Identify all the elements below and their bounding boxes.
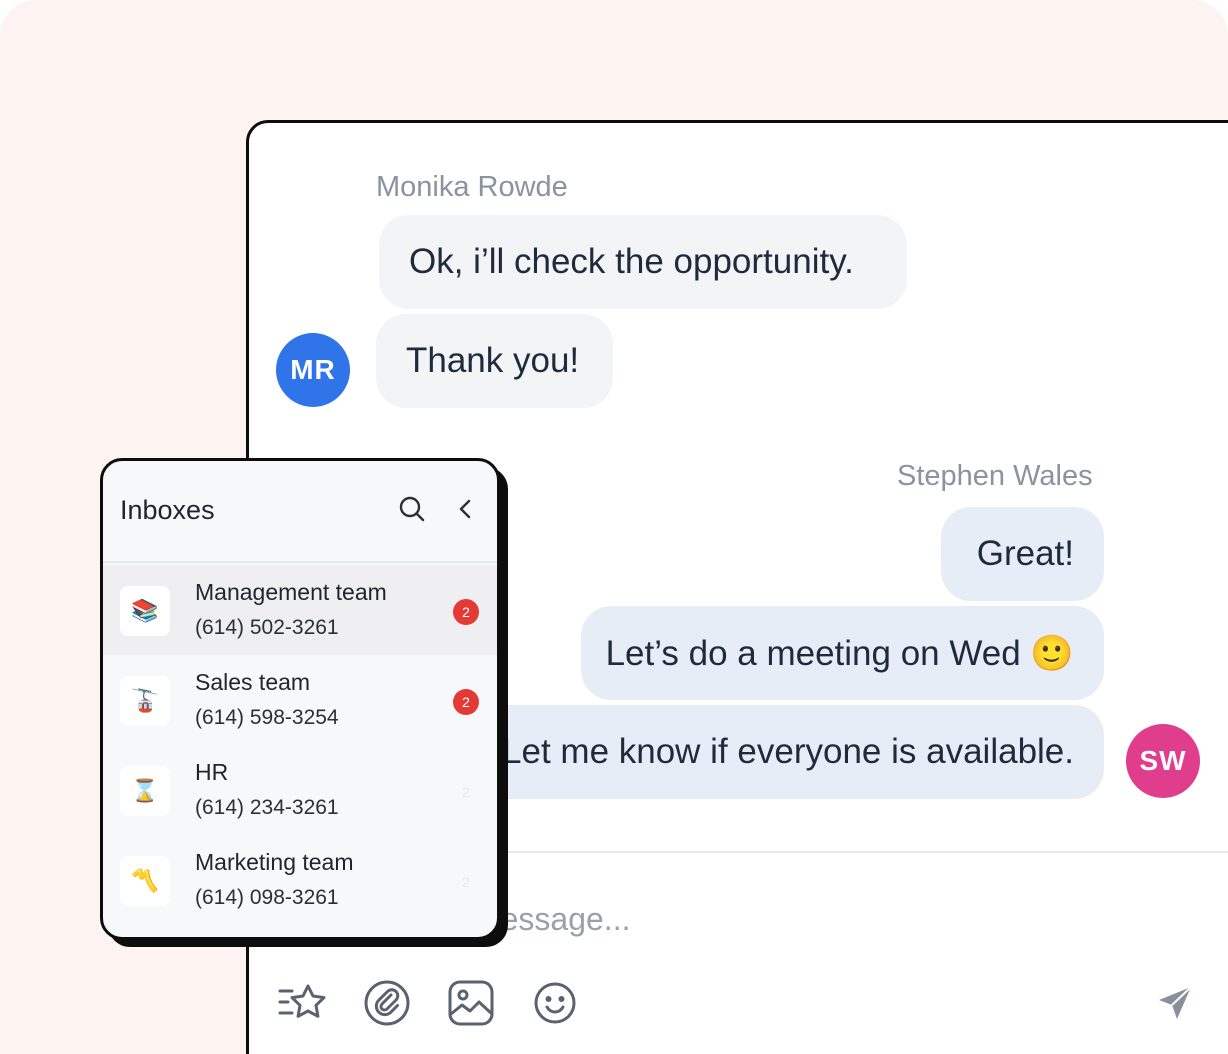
unread-badge: 2 (453, 689, 479, 715)
inbox-title: Inboxes (120, 495, 215, 525)
inbox-item-phone: (614) 234-3261 (195, 796, 339, 819)
message-bubble: Ok, i’ll check the opportunity. (379, 215, 907, 309)
send-icon[interactable] (1149, 977, 1201, 1029)
inbox-item-marketing-team[interactable]: 〽️ Marketing team (614) 098-3261 2 (103, 835, 497, 925)
books-icon: 📚 (120, 586, 170, 636)
hourglass-icon: ⌛ (120, 766, 170, 816)
part-alternation-mark-icon: 〽️ (120, 856, 170, 906)
inbox-item-name: Sales team (195, 669, 311, 695)
inbox-item-name: HR (195, 759, 229, 785)
message-bubble: Great! (941, 507, 1104, 601)
unread-badge: 2 (453, 599, 479, 625)
attachment-icon[interactable] (361, 977, 413, 1029)
image-icon[interactable] (445, 977, 497, 1029)
inbox-panel: Inboxes 📚 Management team (614) 502-3261… (100, 458, 500, 940)
unread-badge: 2 (462, 784, 470, 800)
inbox-item-sales-team[interactable]: 🚡 Sales team (614) 598-3254 2 (103, 655, 497, 745)
inbox-item-name: Management team (195, 579, 387, 605)
inbox-item-phone: (614) 098-3261 (195, 886, 339, 909)
inbox-item-hr[interactable]: ⌛ HR (614) 234-3261 2 (103, 745, 497, 835)
emoji-icon[interactable] (529, 977, 581, 1029)
inbox-header: Inboxes (103, 461, 497, 563)
avatar[interactable]: MR (276, 333, 350, 407)
sparkle-star-icon[interactable] (277, 977, 329, 1029)
message-bubble: Let’s do a meeting on Wed 🙂 (581, 606, 1104, 700)
avatar[interactable]: SW (1126, 724, 1200, 798)
inbox-item-phone: (614) 502-3261 (195, 616, 339, 639)
inbox-item-phone: (614) 598-3254 (195, 706, 339, 729)
cable-car-icon: 🚡 (120, 676, 170, 726)
outgoing-sender-name: Stephen Wales (897, 460, 1093, 492)
search-icon[interactable] (397, 494, 427, 524)
message-bubble: Thank you! (376, 314, 613, 408)
inbox-item-management-team[interactable]: 📚 Management team (614) 502-3261 2 (103, 565, 497, 655)
message-bubble: Let me know if everyone is available. (481, 705, 1104, 799)
unread-badge: 2 (462, 874, 470, 890)
chevron-left-icon[interactable] (451, 494, 481, 524)
incoming-sender-name: Monika Rowde (376, 171, 568, 203)
inbox-item-name: Marketing team (195, 849, 354, 875)
